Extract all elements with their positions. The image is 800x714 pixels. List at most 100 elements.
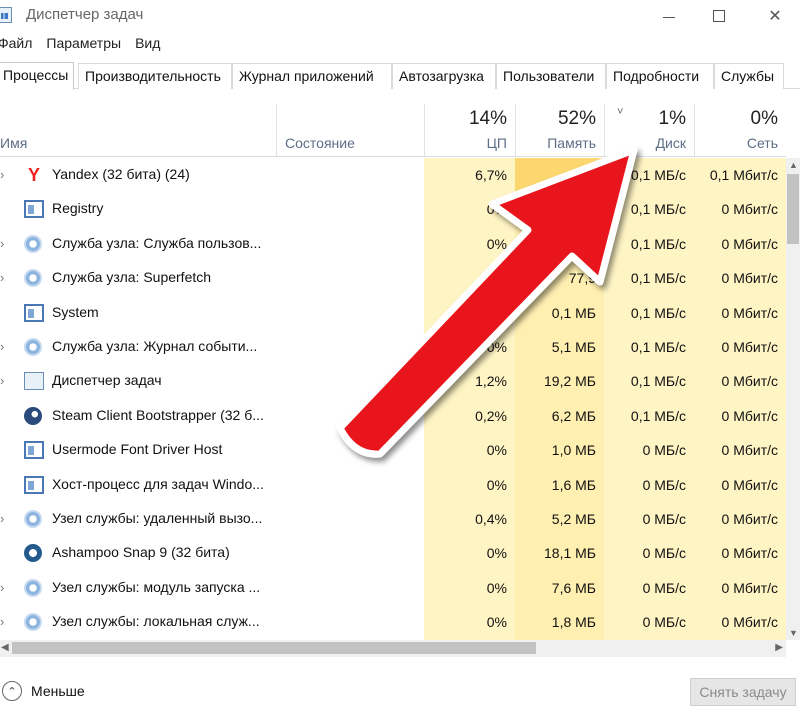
end-task-button[interactable]: Снять задачу [690,678,796,706]
network-cell: 0 Мбит/с [721,270,778,287]
process-row[interactable]: › Y Yandex (32 бита) (24) 6,7% 0,1 МБ/с 0,1 М… [0,158,786,192]
sort-chevron-icon: ˅ [617,106,624,118]
column-header-memory[interactable]: 52% Память [515,104,604,156]
network-cell: 0 Мбит/с [721,373,778,390]
tab-app-history[interactable]: Журнал приложений [232,63,392,89]
vertical-scroll-thumb[interactable] [787,174,799,244]
network-cell: 0 Мбит/с [721,339,778,355]
process-row[interactable]: › Узел службы: удаленный вызо... 0,4% 5,2 М… [0,502,786,536]
gear-icon [24,269,42,288]
menu-bar: Файл Параметры Вид [0,35,174,55]
disk-cell: 0 МБ/с [642,442,686,459]
scroll-right-icon[interactable]: ▶ [775,642,783,653]
disk-cell: 0,1 МБ/с [630,407,686,424]
process-row[interactable]: Registry 0% 0,1 МБ/с 0 Мбит/с [0,192,786,226]
header-divider [0,156,786,157]
scroll-down-icon[interactable]: ▼ [789,628,798,638]
memory-cell: 5,1 МБ [551,339,596,355]
gear-icon [24,338,42,356]
tab-users[interactable]: Пользователи [496,63,606,89]
process-row[interactable]: System 0,8% 0,1 МБ 0,1 МБ/с 0 Мбит/с [0,296,786,330]
steam-icon [24,406,42,425]
close-button[interactable]: ✕ [752,0,798,32]
fewer-details-link[interactable]: Меньше [31,683,85,699]
tab-processes[interactable]: Процессы [0,62,74,90]
expand-chevron-icon[interactable]: › [0,373,10,388]
disk-label: Диск [655,135,686,151]
horizontal-scroll-thumb[interactable] [12,642,536,654]
menu-options[interactable]: Параметры [46,35,121,55]
scroll-left-icon[interactable]: ◀ [1,642,9,653]
disk-cell: 0,1 МБ/с [630,235,686,252]
process-row[interactable]: Steam Client Bootstrapper (32 б... 0,2% 6,… [0,399,786,433]
network-cell: 0 Мбит/с [721,614,778,631]
column-header-cpu[interactable]: 14% ЦП [424,104,515,156]
window-icon [24,441,44,460]
expand-chevron-icon[interactable]: › [0,339,10,354]
process-row[interactable]: Хост-процесс для задач Windo... 0% 1,6 МБ 0… [0,468,786,502]
column-header-state[interactable]: Состояние [285,135,355,151]
cpu-cell [424,261,515,295]
process-list: › Y Yandex (32 бита) (24) 6,7% 0,1 МБ/с 0,1 М… [0,158,786,640]
disk-cell: 0 МБ/с [642,476,686,493]
expand-chevron-icon[interactable]: › [0,270,10,285]
process-row[interactable]: › Служба узла: Superfetch 77,9 0,1 МБ/с 0 Мб… [0,261,786,295]
expand-chevron-icon[interactable]: › [0,167,10,182]
window-icon [24,475,44,494]
maximize-button[interactable] [696,0,742,32]
process-name: Узел службы: модуль запуска ... [52,578,261,595]
network-cell: 0 Мбит/с [721,511,778,527]
window-icon [24,303,44,322]
network-cell: 0 Мбит/с [721,235,778,252]
tab-startup[interactable]: Автозагрузка [392,63,496,89]
process-row[interactable]: › Служба узла: Служба пользов... 0% 2,3 0,1 … [0,227,786,261]
cpu-label: ЦП [486,135,507,151]
scroll-up-icon[interactable]: ▲ [789,160,798,170]
menu-file[interactable]: Файл [0,35,32,55]
column-header-network[interactable]: 0% Сеть [694,104,786,156]
close-icon: ✕ [768,8,782,25]
network-cell: 0 Мбит/с [721,476,778,493]
disk-cell: 0,1 МБ/с [630,201,686,218]
process-row[interactable]: Ashampoo Snap 9 (32 бита) 0% 18,1 МБ 0 МБ/с… [0,536,786,570]
column-header-name[interactable]: Имя [0,135,27,151]
vertical-scrollbar[interactable]: ▲ ▼ [786,158,800,640]
process-row[interactable]: › Служба узла: Журнал событи... 0% 5,1 МБ 0,… [0,330,786,364]
cpu-cell: 0% [486,442,507,459]
memory-cell: 18,1 МБ [544,545,596,562]
memory-cell: 1,0 МБ [551,442,596,459]
process-row[interactable]: › Диспетчер задач 1,2% 19,2 МБ 0,1 МБ/с 0 Мби… [0,364,786,398]
memory-cell: 1,8 МБ [551,614,596,631]
menu-view[interactable]: Вид [135,35,160,55]
memory-label: Память [547,135,596,151]
cpu-total-percent: 14% [468,108,507,129]
tab-performance[interactable]: Производительность [78,63,232,89]
cpu-cell: 0% [486,476,507,493]
process-name: Служба узла: Superfetch [52,269,212,286]
horizontal-scrollbar[interactable]: ◀ ▶ [0,640,786,657]
expand-chevron-icon[interactable]: › [0,580,10,595]
task-manager-icon [0,7,12,23]
network-cell: 0 Мбит/с [721,304,778,321]
process-row[interactable]: › Узел службы: локальная служ... 0% 1,8 МБ 0… [0,605,786,639]
expand-chevron-icon[interactable]: › [0,511,10,526]
disk-cell: 0 МБ/с [642,545,686,562]
tab-services[interactable]: Службы [714,63,784,89]
expand-chevron-icon[interactable]: › [0,236,10,251]
window-title: Диспетчер задач [26,6,144,23]
memory-cell: 7,6 МБ [551,579,596,596]
gear-icon [24,613,42,632]
minimize-button[interactable] [646,0,692,32]
tab-details[interactable]: Подробности [606,63,714,89]
memory-cell: 19,2 МБ [544,373,596,390]
cpu-cell: 0,2% [475,407,507,424]
tab-bar: Процессы Производительность Журнал прило… [0,62,800,90]
process-name: System [52,303,99,320]
ashampoo-icon [24,544,42,563]
process-row[interactable]: › Узел службы: модуль запуска ... 0% 7,6 МБ… [0,571,786,605]
process-row[interactable]: Usermode Font Driver Host 0% 1,0 МБ 0 МБ/с 0… [0,433,786,467]
expand-chevron-icon[interactable]: › [0,614,10,629]
cpu-cell: 1,2% [475,373,507,390]
disk-cell: 0 МБ/с [642,579,686,596]
collapse-icon[interactable]: ⌃ [2,681,22,701]
